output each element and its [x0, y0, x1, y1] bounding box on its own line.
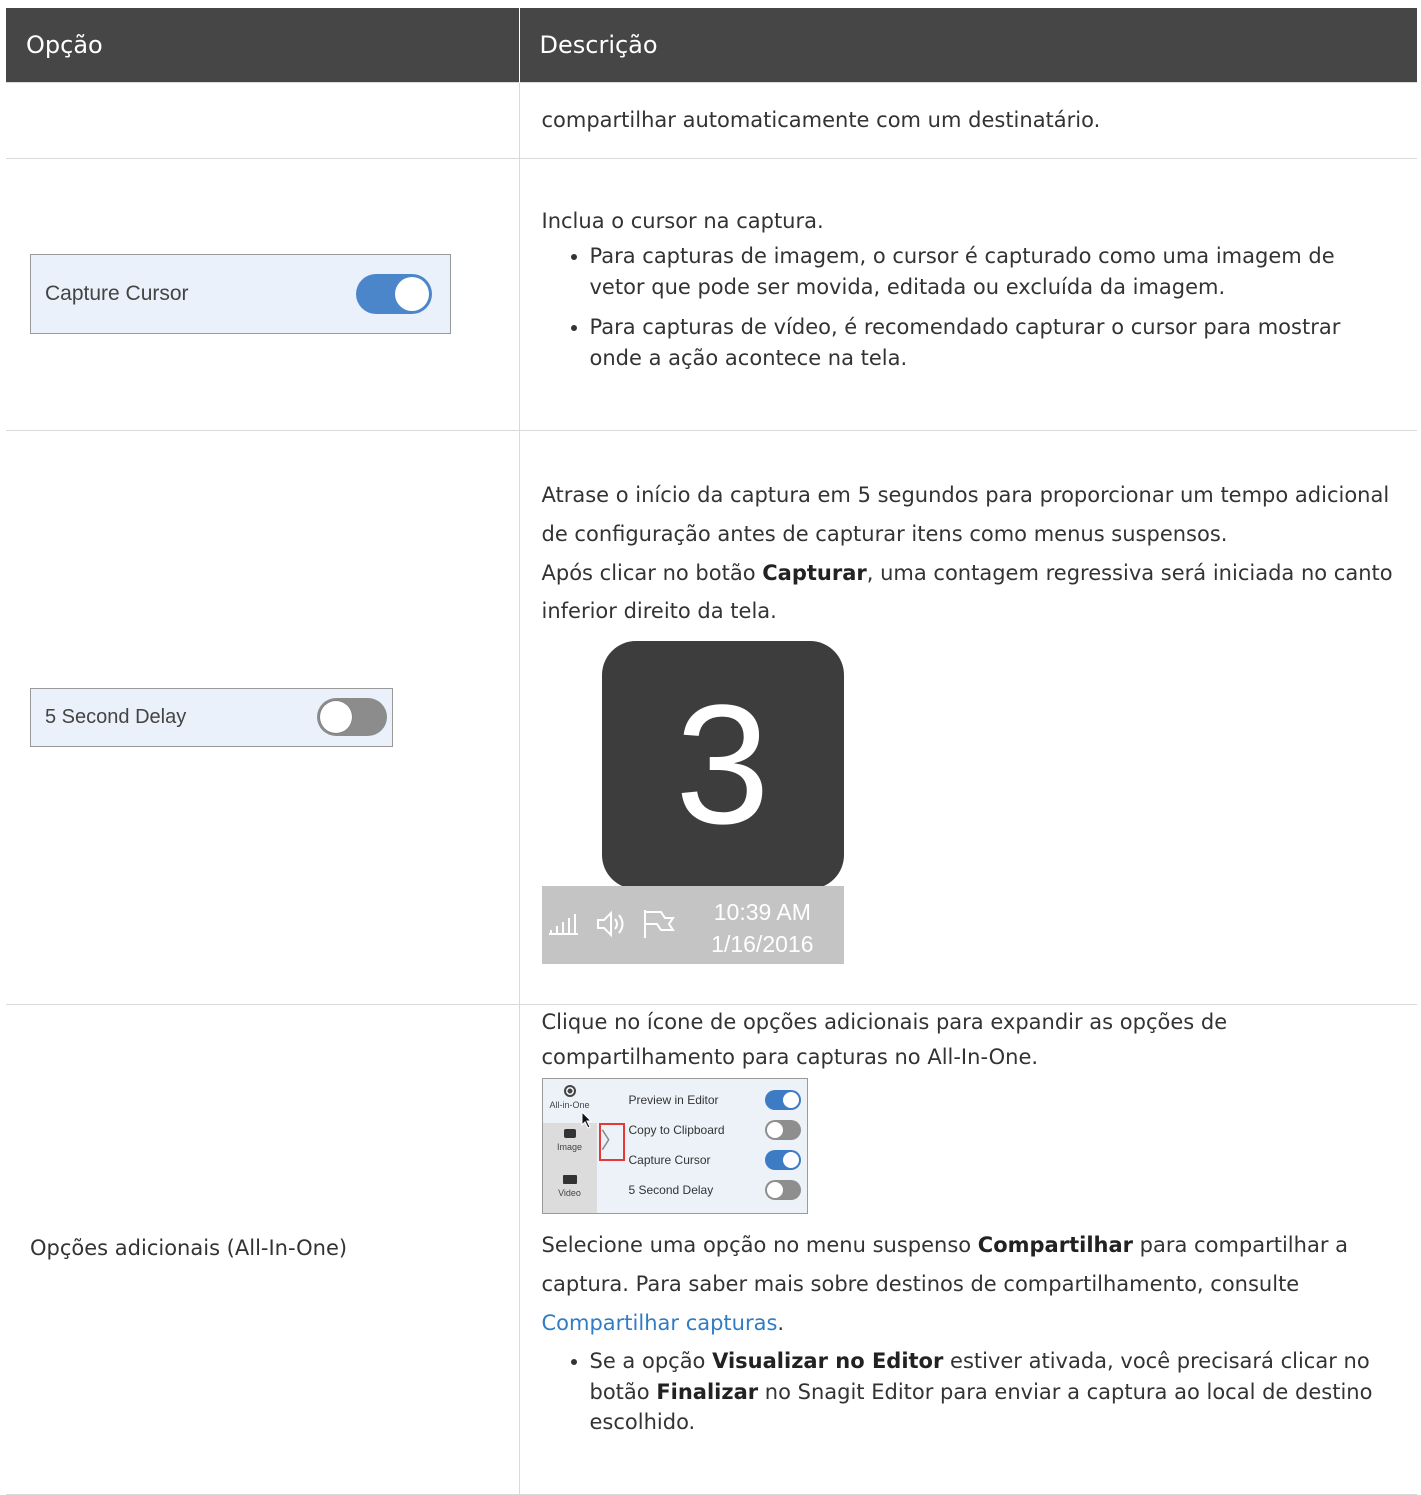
option-cell — [6, 81, 520, 159]
capture-cursor-label: Capture Cursor — [45, 281, 189, 305]
column-header-option: Opção — [6, 8, 519, 82]
all-in-one-panel-image: All-in-One Image Video 〉 Preview in Edit… — [541, 1077, 808, 1214]
tray-time: 10:39 AM — [713, 899, 811, 926]
share-paragraph: Selecione uma opção no menu suspenso Com… — [541, 1232, 1349, 1335]
list-item: Para capturas de imagem, o cursor é capt… — [590, 241, 1394, 302]
all-in-one-radio-icon — [563, 1084, 576, 1097]
options-table: Opção Descrição compartilhar automaticam… — [6, 8, 1417, 1495]
taskbar-tray: 10:39 AM 1/16/2016 — [541, 886, 844, 965]
delay-paragraph: Atrase o início da captura em 5 segundos… — [541, 482, 1390, 546]
bullet-list: Se a opção Visualizar no Editor estiver … — [542, 1346, 1394, 1437]
table-row: 5 Second Delay Atrase o início da captur… — [6, 429, 1417, 1005]
more-options-chevron-icon: 〉 — [598, 1122, 625, 1161]
video-camera-icon — [562, 1174, 577, 1184]
bullet-list: Para capturas de imagem, o cursor é capt… — [542, 241, 1394, 373]
countdown-number: 3 — [601, 641, 844, 890]
table-header-row: Opção Descrição — [6, 8, 1417, 82]
list-item: Se a opção Visualizar no Editor estiver … — [590, 1346, 1394, 1437]
share-menu-name: Compartilhar — [977, 1232, 1133, 1257]
all-in-one-paragraph: Clique no ícone de opções adicionais par… — [541, 1009, 1228, 1070]
panel-toggle — [764, 1089, 801, 1110]
mode-video: Video — [543, 1174, 597, 1199]
capture-button-name: Capturar — [762, 560, 867, 585]
description-cell: Inclua o cursor na captura. Para captura… — [518, 157, 1417, 431]
flag-icon — [642, 908, 676, 950]
option-cell: 5 Second Delay — [6, 429, 520, 1005]
share-captures-link[interactable]: Compartilhar capturas — [542, 1311, 778, 1335]
delay-paragraph-2: Após clicar no botão Capturar, uma conta… — [541, 560, 1393, 624]
list-item: Para capturas de vídeo, é recomendado ca… — [590, 312, 1394, 373]
description-cell: Atrase o início da captura em 5 segundos… — [518, 429, 1417, 1005]
panel-toggle — [764, 1119, 801, 1140]
capture-cursor-toggle — [356, 274, 432, 314]
signal-icon — [548, 912, 580, 946]
speaker-icon — [594, 910, 628, 948]
countdown-image: 3 10:39 AM 1/16/2016 — [541, 641, 844, 968]
column-header-description: Descrição — [518, 8, 1417, 82]
description-cell: Clique no ícone de opções adicionais par… — [518, 1003, 1417, 1495]
capture-cursor-intro: Inclua o cursor na captura. — [541, 208, 824, 233]
camera-icon — [563, 1128, 576, 1138]
table-row: Opções adicionais (All-In-One) Clique no… — [6, 1003, 1417, 1495]
option-cell: Capture Cursor — [6, 157, 520, 431]
tray-clock: 10:39 AM 1/16/2016 — [711, 896, 813, 960]
delay-widget: 5 Second Delay — [30, 687, 393, 747]
description-text: compartilhar automaticamente com um dest… — [541, 107, 1101, 132]
mouse-pointer-icon — [581, 1110, 593, 1134]
panel-option-row: 5 Second Delay — [629, 1179, 801, 1201]
table-row: compartilhar automaticamente com um dest… — [6, 81, 1417, 159]
panel-toggle — [764, 1179, 801, 1200]
capture-cursor-widget: Capture Cursor — [30, 254, 451, 334]
panel-option-row: Preview in Editor — [629, 1089, 801, 1111]
tray-date: 1/16/2016 — [711, 931, 814, 958]
mode-sidebar: All-in-One Image Video — [542, 1078, 597, 1213]
description-cell: compartilhar automaticamente com um dest… — [518, 81, 1417, 159]
option-cell: Opções adicionais (All-In-One) — [6, 1003, 520, 1495]
panel-option-row: Copy to Clipboard — [629, 1119, 801, 1141]
delay-toggle — [317, 698, 387, 736]
option-name: Opções adicionais (All-In-One) — [30, 1236, 348, 1261]
table-row: Capture Cursor Inclua o cursor na captur… — [6, 157, 1417, 431]
panel-toggle — [764, 1149, 801, 1170]
panel-option-row: Capture Cursor — [629, 1149, 801, 1171]
delay-label: 5 Second Delay — [45, 705, 187, 728]
